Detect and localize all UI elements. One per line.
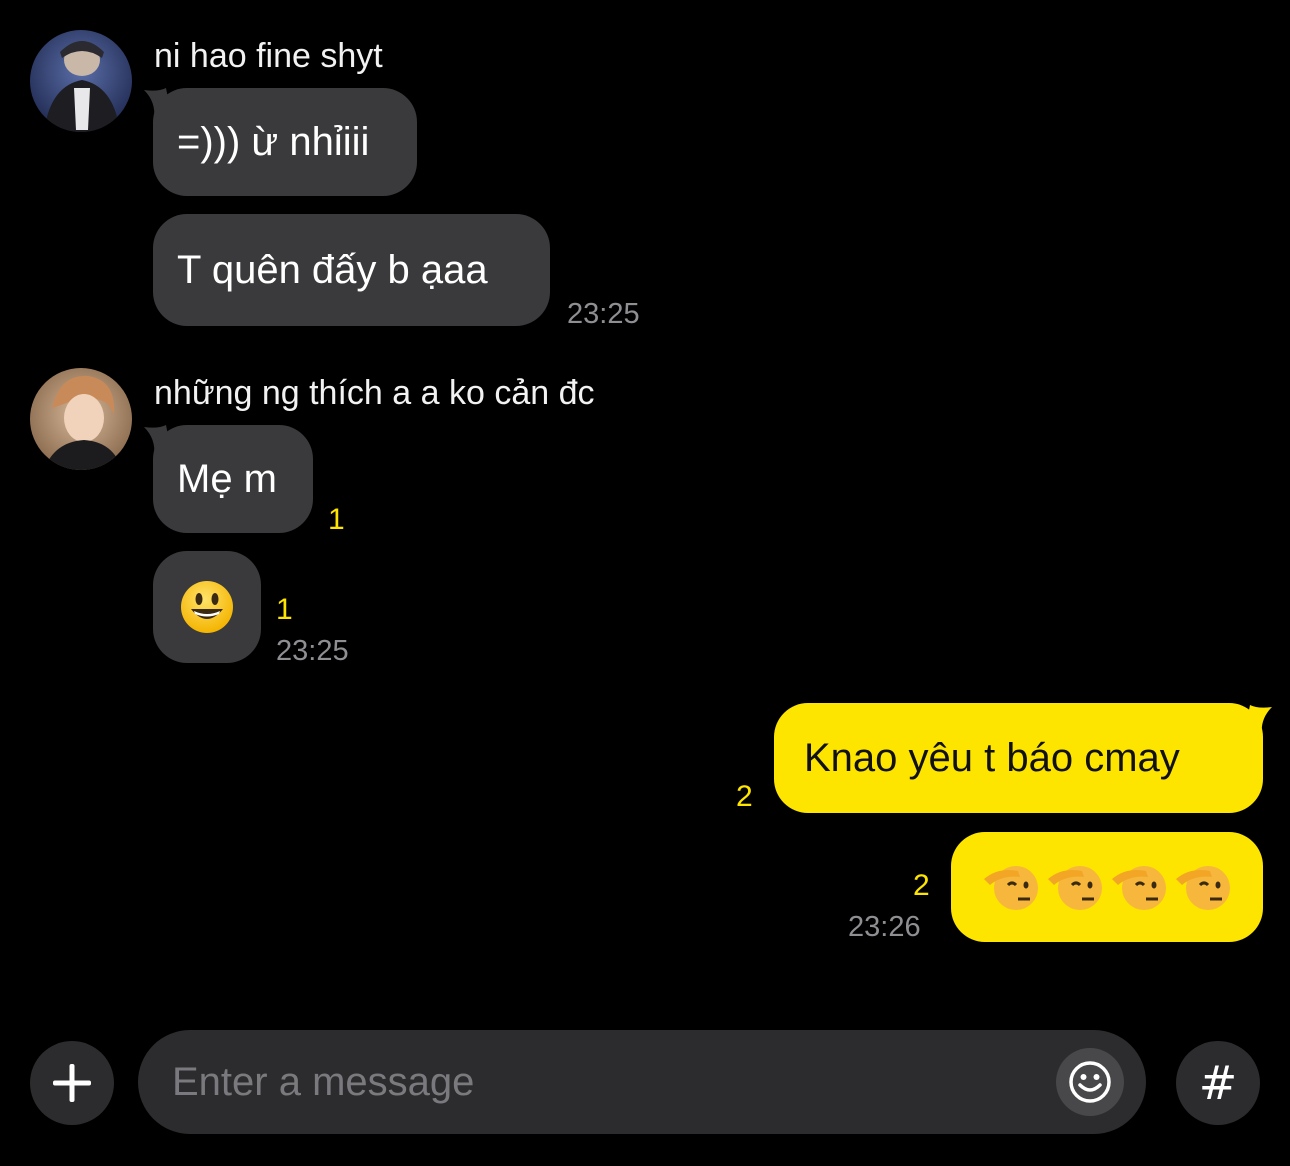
message-text: =))) ừ nhỉiii <box>177 119 370 164</box>
attach-button[interactable] <box>30 1041 114 1125</box>
message-input[interactable] <box>172 1030 1032 1134</box>
message-composer[interactable] <box>138 1030 1146 1134</box>
message-bubble[interactable]: Knao yêu t báo cmay <box>774 703 1263 813</box>
hash-button[interactable]: # <box>1176 1041 1260 1125</box>
message-bubble[interactable]: T quên đấy b ạaa <box>153 214 550 326</box>
unread-count: 1 <box>276 593 293 626</box>
sender-name: ni hao fine shyt <box>154 37 383 75</box>
unread-count: 1 <box>328 503 345 536</box>
smiley-face-icon <box>181 581 233 633</box>
plus-icon <box>53 1064 91 1102</box>
message-text: Mẹ m <box>177 456 277 501</box>
unread-count: 2 <box>913 869 930 902</box>
saluting-face-icon <box>1112 866 1166 910</box>
sender-name: những ng thích a a ko cản đc <box>154 374 595 412</box>
message-bubble[interactable]: Mẹ m <box>153 425 313 533</box>
message-time: 23:25 <box>567 298 640 330</box>
emoji-icon <box>1069 1061 1111 1103</box>
message-bubble[interactable]: =))) ừ nhỉiii <box>153 88 417 196</box>
avatar-ni-hao[interactable] <box>30 30 132 132</box>
message-text: T quên đấy b ạaa <box>177 247 488 292</box>
saluting-face-icon <box>1176 866 1230 910</box>
message-time: 23:25 <box>276 635 349 667</box>
saluting-face-icon <box>984 866 1038 910</box>
profile-photo-icon <box>30 30 132 132</box>
message-text: Knao yêu t báo cmay <box>804 735 1180 780</box>
hash-icon: # <box>1198 1056 1238 1110</box>
emoji-button[interactable] <box>1056 1048 1124 1116</box>
profile-photo-icon <box>30 368 132 470</box>
saluting-face-icon <box>1048 866 1102 910</box>
unread-count: 2 <box>736 780 753 813</box>
avatar-nhung-ng-thich[interactable] <box>30 368 132 470</box>
emoji-message-bubble[interactable] <box>951 832 1263 942</box>
emoji-message-bubble[interactable] <box>153 551 261 663</box>
message-time: 23:26 <box>848 911 921 943</box>
